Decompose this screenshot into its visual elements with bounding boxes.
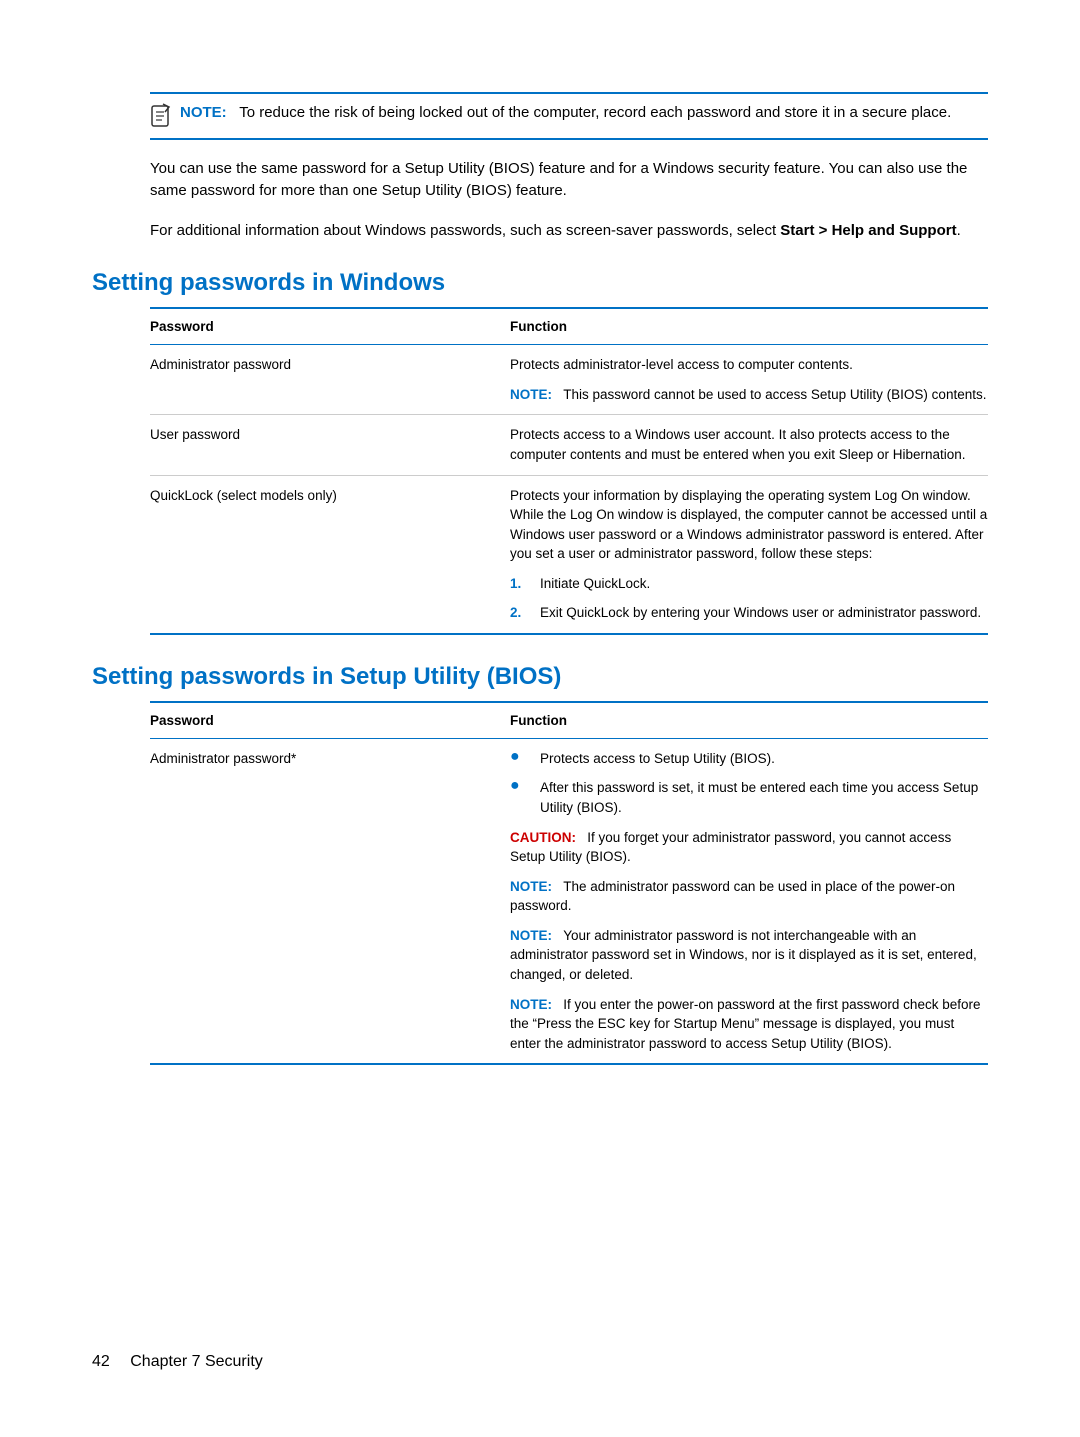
bullet-list: ● Protects access to Setup Utility (BIOS… bbox=[510, 749, 988, 818]
note-callout: NOTE: To reduce the risk of being locked… bbox=[150, 92, 988, 140]
table-row: User password Protects access to a Windo… bbox=[150, 415, 988, 475]
password-function: ● Protects access to Setup Utility (BIOS… bbox=[510, 749, 988, 1053]
intro-para-1: You can use the same password for a Setu… bbox=[150, 158, 988, 202]
password-function: Protects access to a Windows user accoun… bbox=[510, 425, 988, 464]
bullet-icon: ● bbox=[510, 749, 526, 769]
heading-bios-passwords: Setting passwords in Setup Utility (BIOS… bbox=[92, 663, 988, 691]
note-label: NOTE: bbox=[510, 997, 552, 1012]
password-function: Protects your information by displaying … bbox=[510, 486, 988, 623]
list-item: ● After this password is set, it must be… bbox=[510, 778, 988, 817]
note-label: NOTE: bbox=[510, 928, 552, 943]
table-windows-passwords: Password Function Administrator password… bbox=[150, 307, 988, 635]
th-password: Password bbox=[150, 713, 510, 728]
table-row: QuickLock (select models only) Protects … bbox=[150, 476, 988, 635]
inline-note: NOTE: Your administrator password is not… bbox=[510, 926, 988, 985]
func-text: Protects your information by displaying … bbox=[510, 486, 988, 564]
note-label: NOTE: bbox=[180, 104, 227, 121]
chapter-label: Chapter 7 Security bbox=[130, 1353, 263, 1370]
table-bios-passwords: Password Function Administrator password… bbox=[150, 701, 988, 1065]
bullet-text: After this password is set, it must be e… bbox=[540, 778, 988, 817]
list-item: ● Protects access to Setup Utility (BIOS… bbox=[510, 749, 988, 769]
intro-para-2: For additional information about Windows… bbox=[150, 220, 988, 242]
caution-body: If you forget your administrator passwor… bbox=[510, 830, 951, 865]
step-number: 2. bbox=[510, 603, 526, 623]
note-body: This password cannot be used to access S… bbox=[563, 387, 986, 402]
page-number: 42 bbox=[92, 1353, 110, 1370]
inline-caution: CAUTION: If you forget your administrato… bbox=[510, 828, 988, 867]
inline-note: NOTE: This password cannot be used to ac… bbox=[510, 385, 988, 405]
note-body: If you enter the power-on password at th… bbox=[510, 997, 980, 1051]
page-footer: 42 Chapter 7 Security bbox=[92, 1353, 263, 1371]
func-text: Protects administrator-level access to c… bbox=[510, 355, 988, 375]
password-name: Administrator password bbox=[150, 355, 510, 404]
password-function: Protects administrator-level access to c… bbox=[510, 355, 988, 404]
step-number: 1. bbox=[510, 574, 526, 594]
th-function: Function bbox=[510, 713, 988, 728]
heading-windows-passwords: Setting passwords in Windows bbox=[92, 269, 988, 297]
note-icon bbox=[150, 102, 172, 128]
note-body: To reduce the risk of being locked out o… bbox=[239, 104, 951, 121]
list-item: 2. Exit QuickLock by entering your Windo… bbox=[510, 603, 988, 623]
table-row: Administrator password Protects administ… bbox=[150, 345, 988, 415]
bullet-icon: ● bbox=[510, 778, 526, 817]
intro-para-2-post: . bbox=[957, 222, 961, 239]
intro-para-2-strong: Start > Help and Support bbox=[780, 222, 956, 239]
step-text: Exit QuickLock by entering your Windows … bbox=[540, 603, 981, 623]
bullet-text: Protects access to Setup Utility (BIOS). bbox=[540, 749, 775, 769]
table-header-row: Password Function bbox=[150, 307, 988, 345]
th-function: Function bbox=[510, 319, 988, 334]
inline-note: NOTE: If you enter the power-on password… bbox=[510, 995, 988, 1054]
intro-para-2-pre: For additional information about Windows… bbox=[150, 222, 780, 239]
func-text: Protects access to a Windows user accoun… bbox=[510, 425, 988, 464]
password-name: User password bbox=[150, 425, 510, 464]
caution-label: CAUTION: bbox=[510, 830, 576, 845]
table-header-row: Password Function bbox=[150, 701, 988, 739]
step-text: Initiate QuickLock. bbox=[540, 574, 650, 594]
steps-list: 1. Initiate QuickLock. 2. Exit QuickLock… bbox=[510, 574, 988, 623]
note-body: Your administrator password is not inter… bbox=[510, 928, 977, 982]
list-item: 1. Initiate QuickLock. bbox=[510, 574, 988, 594]
table-row: Administrator password* ● Protects acces… bbox=[150, 739, 988, 1065]
password-name: QuickLock (select models only) bbox=[150, 486, 510, 623]
th-password: Password bbox=[150, 319, 510, 334]
note-label: NOTE: bbox=[510, 879, 552, 894]
note-label: NOTE: bbox=[510, 387, 552, 402]
inline-note: NOTE: The administrator password can be … bbox=[510, 877, 988, 916]
note-body: The administrator password can be used i… bbox=[510, 879, 955, 914]
password-name: Administrator password* bbox=[150, 749, 510, 1053]
note-text: NOTE: To reduce the risk of being locked… bbox=[180, 102, 951, 124]
